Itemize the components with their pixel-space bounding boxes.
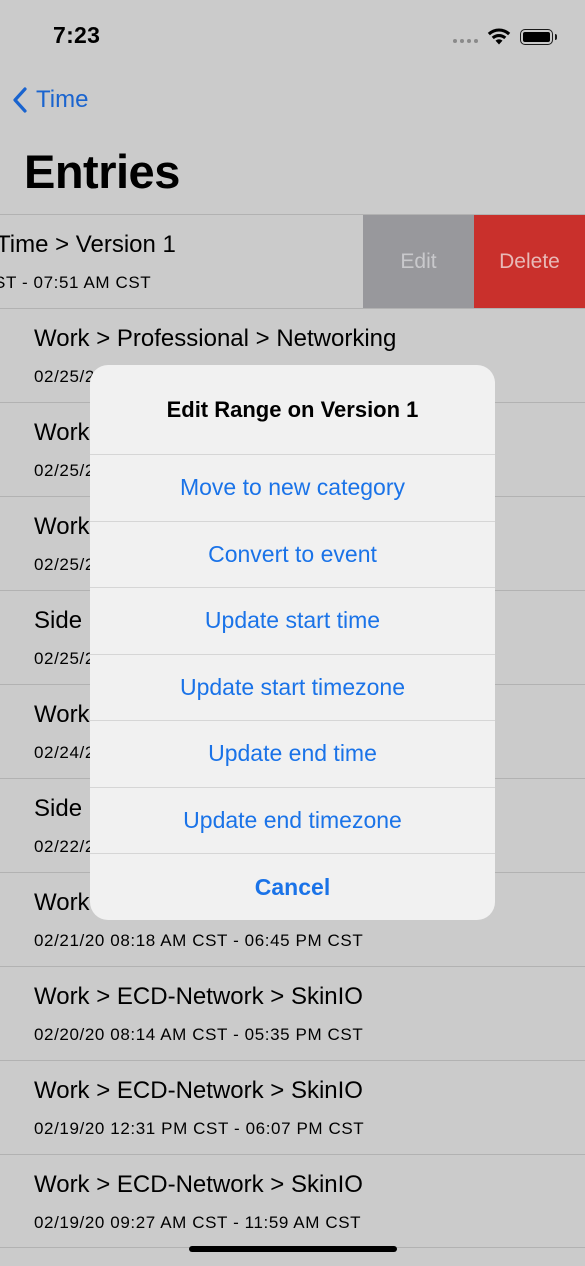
entry-range: 02/19/20 12:31 PM CST - 06:07 PM CST <box>34 1119 365 1138</box>
convert-to-event-button[interactable]: Convert to event <box>90 522 495 588</box>
entry-range: 02/21/20 08:18 AM CST - 06:45 PM CST <box>34 931 364 950</box>
entry-path: Work <box>34 419 90 446</box>
update-end-time-button[interactable]: Update end time <box>90 721 495 788</box>
entry-path: Work > Professional > Networking <box>34 325 397 352</box>
entry-range: ST - 07:51 AM CST <box>0 273 152 292</box>
update-start-time-button[interactable]: Update start time <box>90 588 495 655</box>
back-button[interactable]: Time <box>12 86 88 114</box>
table-row[interactable]: Work > ECD-Network > SkinIO 02/20/20 08:… <box>0 966 585 1060</box>
wifi-icon <box>487 28 511 45</box>
battery-icon <box>520 29 557 45</box>
entry-path: Work <box>34 701 90 728</box>
table-row[interactable]: Work > ECD-Network > SkinIO 02/19/20 09:… <box>0 1154 585 1248</box>
swipe-delete-button[interactable]: Delete <box>474 215 585 308</box>
home-indicator[interactable] <box>189 1246 397 1252</box>
entry-range: 02/20/20 08:14 AM CST - 05:35 PM CST <box>34 1025 364 1044</box>
edit-range-dialog: Edit Range on Version 1 Move to new cate… <box>90 365 495 920</box>
back-label: Time <box>36 86 89 113</box>
cancel-button[interactable]: Cancel <box>90 854 495 920</box>
move-to-category-button[interactable]: Move to new category <box>90 455 495 522</box>
status-bar: 7:23 <box>0 0 585 72</box>
entry-path: Work <box>34 889 90 916</box>
entry-range: 02/19/20 09:27 AM CST - 11:59 AM CST <box>34 1213 362 1232</box>
entry-path: Side <box>34 795 83 822</box>
swipe-edit-button[interactable]: Edit <box>363 215 474 308</box>
cellular-signal-icon <box>453 39 478 43</box>
page-title: Entries <box>24 145 180 198</box>
status-time: 7:23 <box>53 22 101 48</box>
entry-path: Work > ECD-Network > SkinIO <box>34 1171 363 1198</box>
dialog-title: Edit Range on Version 1 <box>90 365 495 455</box>
update-start-timezone-button[interactable]: Update start timezone <box>90 655 495 721</box>
entry-path: Side <box>34 607 83 634</box>
table-row[interactable]: Time > Version 1 ST - 07:51 AM CST Edit … <box>0 214 585 308</box>
entry-path: Work > ECD-Network > SkinIO <box>34 983 363 1010</box>
update-end-timezone-button[interactable]: Update end timezone <box>90 788 495 854</box>
table-row[interactable]: Work > ECD-Network > SkinIO 02/19/20 12:… <box>0 1060 585 1154</box>
entry-path: Work <box>34 513 90 540</box>
entry-path: Work > ECD-Network > SkinIO <box>34 1077 363 1104</box>
chevron-left-icon <box>13 87 27 113</box>
entry-path: Time > Version 1 <box>0 231 176 258</box>
